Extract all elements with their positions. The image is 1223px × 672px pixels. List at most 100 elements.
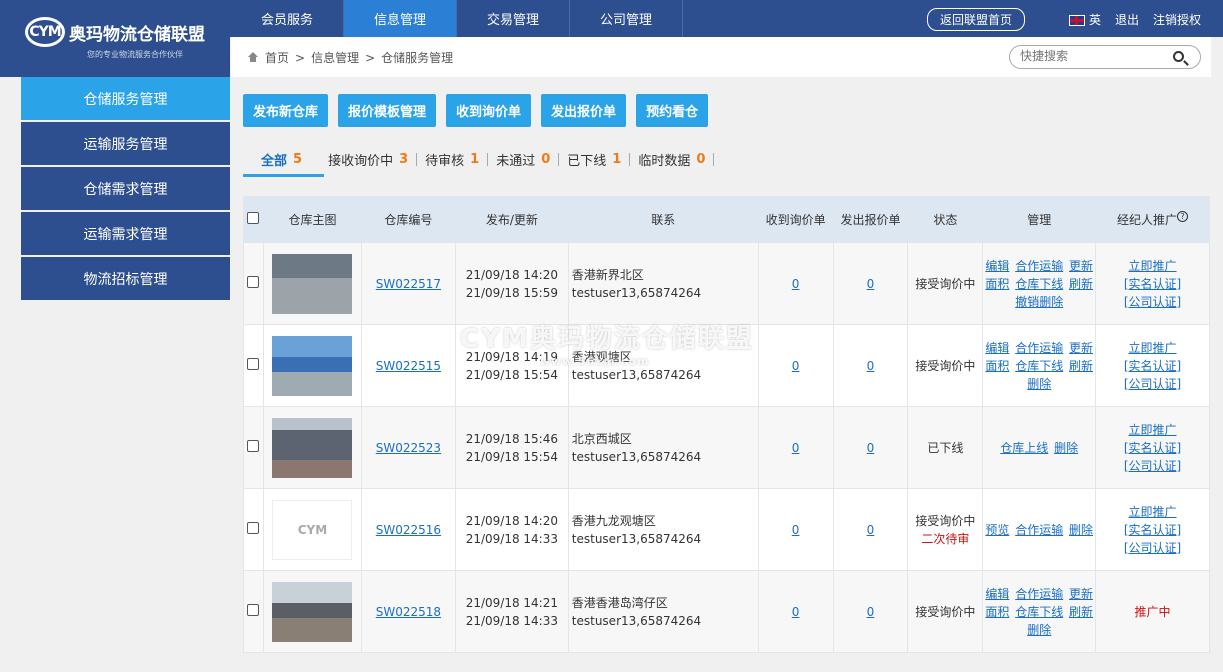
warehouse-thumbnail-placeholder[interactable]: CYM [272,499,353,560]
promote-now-link[interactable]: 立即推广 [1129,423,1177,437]
company-auth-link[interactable]: [公司认证] [1124,541,1181,555]
edit-link[interactable]: 编辑 [985,259,1009,273]
row-checkbox[interactable] [247,522,260,534]
back-home-button[interactable]: 返回联盟首页 [926,8,1025,31]
offline-link[interactable]: 仓库下线 [1015,359,1063,373]
delete-link[interactable]: 删除 [1069,523,1093,537]
cooperate-transport-link[interactable]: 合作运输 [1015,259,1063,273]
received-inquiries-button[interactable]: 收到询价单 [446,94,532,127]
sidebar-item-transport-demand[interactable]: 运输需求管理 [21,212,230,255]
received-count-link[interactable]: 0 [792,605,800,619]
realname-auth-link[interactable]: [实名认证] [1124,359,1181,373]
warehouse-id-link[interactable]: SW022523 [376,441,441,455]
tab-all[interactable]: 全部 5 [243,148,320,170]
sidebar-item-warehouse-demand[interactable]: 仓储需求管理 [21,167,230,210]
sidebar-item-transport-service[interactable]: 运输服务管理 [21,122,230,165]
row-checkbox[interactable] [247,604,260,616]
warehouse-thumbnail[interactable] [272,417,353,478]
warehouse-thumbnail[interactable] [272,581,353,642]
refresh-link[interactable]: 刷新 [1069,277,1093,291]
sent-count-link[interactable]: 0 [867,359,875,373]
tab-rejected[interactable]: 未通过 0 [488,148,558,170]
warehouse-id-link[interactable]: SW022516 [376,523,441,537]
sidebar-item-warehouse-service[interactable]: 仓储服务管理 [21,77,230,120]
dates-cell: 21/09/18 14:19 21/09/18 15:54 [454,324,569,407]
company-auth-link[interactable]: [公司认证] [1124,459,1181,473]
sent-quotes-button[interactable]: 发出报价单 [541,94,627,127]
preview-link[interactable]: 预览 [985,523,1009,537]
received-count-link[interactable]: 0 [792,441,800,455]
promote-now-link[interactable]: 立即推广 [1129,259,1177,273]
search-input[interactable] [1020,49,1160,63]
warehouse-thumbnail[interactable] [272,253,353,314]
delete-link[interactable]: 删除 [1027,377,1051,391]
row-checkbox[interactable] [247,276,260,288]
edit-link[interactable]: 编辑 [985,341,1009,355]
received-count-link[interactable]: 0 [792,277,800,291]
cooperate-transport-link[interactable]: 合作运输 [1015,341,1063,355]
topnav-trade-management[interactable]: 交易管理 [457,0,570,37]
tab-accepting-inquiries[interactable]: 接收询价中 3 [320,148,416,170]
sent-count-link[interactable]: 0 [867,441,875,455]
area-link[interactable]: 面积 [985,359,1009,373]
topnav-member-service[interactable]: 会员服务 [231,0,344,37]
warehouse-id-link[interactable]: SW022518 [376,605,441,619]
sent-count-link[interactable]: 0 [867,277,875,291]
logo[interactable]: CYM 奥玛物流仓储联盟 您的专业物流服务合作伙伴 [0,0,230,77]
realname-auth-link[interactable]: [实名认证] [1124,523,1181,537]
company-auth-link[interactable]: [公司认证] [1124,377,1181,391]
cancel-license-link[interactable]: 注销授权 [1153,11,1201,28]
promote-now-link[interactable]: 立即推广 [1129,505,1177,519]
tab-label: 全部 [261,153,288,169]
quote-template-button[interactable]: 报价模板管理 [338,94,437,127]
update-link[interactable]: 更新 [1069,341,1093,355]
company-auth-link[interactable]: [公司认证] [1124,295,1181,309]
area-link[interactable]: 面积 [985,277,1009,291]
row-checkbox[interactable] [247,358,260,370]
warehouse-id-link[interactable]: SW022517 [376,277,441,291]
sent-count-link[interactable]: 0 [867,605,875,619]
language-switch[interactable]: 英 [1068,11,1101,28]
id-cell: SW022516 [360,488,456,571]
offline-link[interactable]: 仓库下线 [1015,277,1063,291]
cooperate-transport-link[interactable]: 合作运输 [1015,587,1063,601]
search-icon[interactable] [1173,51,1184,62]
help-icon[interactable]: ? [1177,211,1189,222]
select-all-checkbox[interactable] [247,212,260,224]
promote-now-link[interactable]: 立即推广 [1129,341,1177,355]
received-count-link[interactable]: 0 [792,523,800,537]
breadcrumb-home[interactable]: 首页 [265,49,289,66]
warehouse-id-link[interactable]: SW022515 [376,359,441,373]
refresh-link[interactable]: 刷新 [1069,605,1093,619]
id-cell: SW022523 [360,406,456,489]
table-row: SW022517 21/09/18 14:20 21/09/18 15:59 香港… [243,242,1210,325]
refresh-link[interactable]: 刷新 [1069,359,1093,373]
topnav-company-management[interactable]: 公司管理 [570,0,683,37]
tab-offline[interactable]: 已下线 1 [559,148,629,170]
realname-auth-link[interactable]: [实名认证] [1124,277,1181,291]
logo-name: 奥玛物流仓储联盟 [69,24,205,45]
undo-delete-link[interactable]: 撤销删除 [1015,295,1063,309]
delete-link[interactable]: 删除 [1054,441,1078,455]
sent-count-link[interactable]: 0 [867,523,875,537]
offline-link[interactable]: 仓库下线 [1015,605,1063,619]
online-link[interactable]: 仓库上线 [1000,441,1048,455]
logout-link[interactable]: 退出 [1115,11,1139,28]
area-link[interactable]: 面积 [985,605,1009,619]
tab-pending-review[interactable]: 待审核 1 [417,148,487,170]
edit-link[interactable]: 编辑 [985,587,1009,601]
delete-link[interactable]: 删除 [1027,623,1051,637]
realname-auth-link[interactable]: [实名认证] [1124,441,1181,455]
publish-warehouse-button[interactable]: 发布新仓库 [243,94,329,127]
sidebar-item-logistics-tender[interactable]: 物流招标管理 [21,257,230,300]
row-checkbox[interactable] [247,440,260,452]
breadcrumb-info-management[interactable]: 信息管理 [311,49,359,66]
tab-temporary-data[interactable]: 临时数据 0 [630,148,713,170]
cooperate-transport-link[interactable]: 合作运输 [1015,523,1063,537]
update-link[interactable]: 更新 [1069,259,1093,273]
update-link[interactable]: 更新 [1069,587,1093,601]
warehouse-thumbnail[interactable] [272,335,353,396]
topnav-info-management[interactable]: 信息管理 [344,0,457,37]
received-count-link[interactable]: 0 [792,359,800,373]
book-viewing-button[interactable]: 预约看仓 [636,94,709,127]
